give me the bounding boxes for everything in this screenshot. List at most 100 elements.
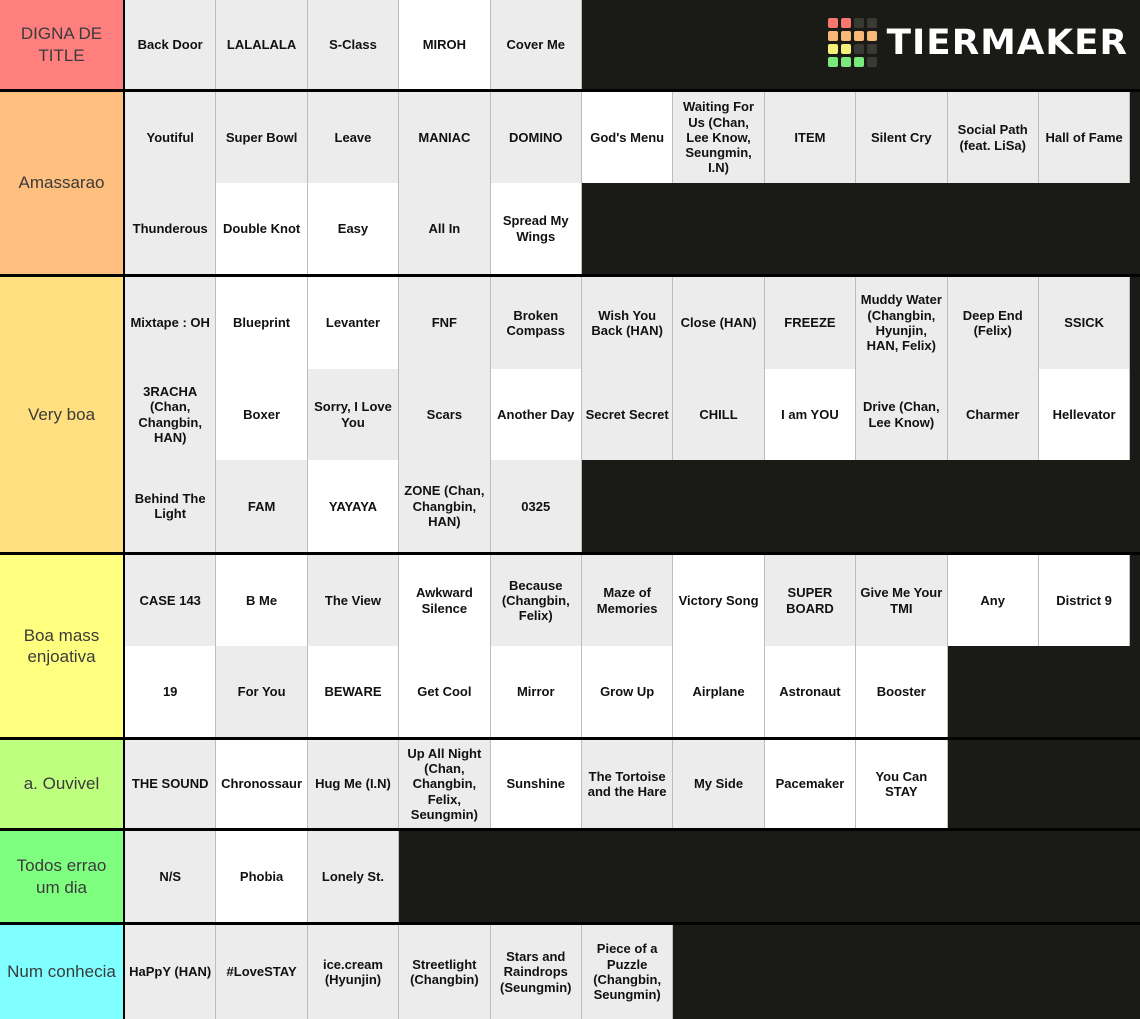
tier-item[interactable]: CHILL bbox=[673, 368, 765, 461]
tier-item[interactable]: Sunshine bbox=[490, 740, 582, 828]
tier-label[interactable]: DIGNA DE TITLE bbox=[0, 0, 125, 89]
tier-item[interactable]: Any bbox=[947, 555, 1039, 646]
tier-item[interactable]: You Can STAY bbox=[856, 740, 948, 828]
tier-item[interactable]: B Me bbox=[216, 555, 308, 646]
tier-item[interactable]: Youtiful bbox=[125, 92, 217, 183]
tier-item[interactable]: Sorry, I Love You bbox=[307, 368, 400, 461]
tier-item[interactable]: Broken Compass bbox=[490, 277, 582, 369]
tier-label[interactable]: Num conhecia bbox=[0, 925, 125, 1019]
tier-item[interactable]: Super Bowl bbox=[216, 92, 308, 183]
tier-item[interactable]: HaPpY (HAN) bbox=[125, 925, 217, 1019]
tier-item[interactable]: LALALALA bbox=[216, 0, 308, 89]
tier-item[interactable]: MANIAC bbox=[399, 92, 491, 183]
tier-item[interactable]: Piece of a Puzzle (Changbin, Seungmin) bbox=[581, 925, 674, 1019]
tier-item[interactable]: Blueprint bbox=[216, 277, 308, 369]
tier-item[interactable]: My Side bbox=[673, 740, 765, 828]
tier-item[interactable]: Grow Up bbox=[581, 646, 674, 737]
tier-item[interactable]: Hall of Fame bbox=[1038, 92, 1131, 183]
tier-item[interactable]: 0325 bbox=[490, 460, 582, 553]
tier-item[interactable]: Charmer bbox=[947, 368, 1039, 461]
tier-item[interactable]: Double Knot bbox=[216, 183, 308, 274]
tier-item[interactable]: The Tortoise and the Hare bbox=[581, 740, 674, 828]
tier-item[interactable]: 3RACHA (Chan, Changbin, HAN) bbox=[125, 368, 217, 461]
tier-item[interactable]: MIROH bbox=[399, 0, 491, 89]
tier-item[interactable]: Pacemaker bbox=[764, 740, 857, 828]
tier-item[interactable]: Hellevator bbox=[1038, 368, 1131, 461]
tier-item[interactable]: Up All Night (Chan, Changbin, Felix, Seu… bbox=[399, 740, 491, 828]
tier-item[interactable]: Hug Me (I.N) bbox=[307, 740, 400, 828]
tier-item[interactable]: God's Menu bbox=[581, 92, 674, 183]
tier-item[interactable]: DOMINO bbox=[490, 92, 582, 183]
tier-item[interactable]: Mixtape : OH bbox=[125, 277, 217, 369]
tier-item[interactable]: Deep End (Felix) bbox=[947, 277, 1039, 369]
tier-item[interactable]: Awkward Silence bbox=[399, 555, 491, 646]
tier-item[interactable]: FAM bbox=[216, 460, 308, 553]
tier-item[interactable]: Waiting For Us (Chan, Lee Know, Seungmin… bbox=[673, 92, 765, 183]
tier-item[interactable]: ZONE (Chan, Changbin, HAN) bbox=[399, 460, 491, 553]
tier-item[interactable]: ice.cream (Hyunjin) bbox=[307, 925, 400, 1019]
tier-item[interactable]: Chronossaur bbox=[216, 740, 308, 828]
tier-item[interactable]: Boxer bbox=[216, 368, 308, 461]
tier-item[interactable]: 19 bbox=[125, 646, 217, 737]
tier-item[interactable]: Lonely St. bbox=[307, 831, 400, 922]
tier-items-area[interactable]: Mixtape : OH Blueprint Levanter FNF Broken C… bbox=[125, 277, 1140, 553]
tier-item[interactable]: THE SOUND bbox=[125, 740, 217, 828]
tier-label[interactable]: a. Ouvivel bbox=[0, 740, 125, 828]
tier-item[interactable]: Easy bbox=[307, 183, 400, 274]
tier-item[interactable]: Astronaut bbox=[764, 646, 857, 737]
tier-item[interactable]: Cover Me bbox=[490, 0, 582, 89]
tier-item[interactable]: Booster bbox=[856, 646, 948, 737]
tier-item[interactable]: Streetlight (Changbin) bbox=[399, 925, 491, 1019]
tier-item[interactable]: I am YOU bbox=[764, 368, 857, 461]
tier-items-area[interactable]: Youtiful Super Bowl Leave MANIAC DOMINO God's… bbox=[125, 92, 1140, 274]
tier-item[interactable]: Airplane bbox=[673, 646, 765, 737]
tier-item[interactable]: Close (HAN) bbox=[673, 277, 765, 369]
tier-item[interactable]: For You bbox=[216, 646, 308, 737]
tier-item[interactable]: Because (Changbin, Felix) bbox=[490, 555, 582, 646]
tier-item[interactable]: BEWARE bbox=[307, 646, 400, 737]
tier-item[interactable]: All In bbox=[399, 183, 491, 274]
tier-item[interactable]: SSICK bbox=[1038, 277, 1131, 369]
tier-label[interactable]: Amassarao bbox=[0, 92, 125, 274]
tier-item[interactable]: Muddy Water (Changbin, Hyunjin, HAN, Fel… bbox=[856, 277, 948, 369]
tier-items-area[interactable]: THE SOUND Chronossaur Hug Me (I.N) Up All N… bbox=[125, 740, 1140, 828]
tier-item[interactable]: Drive (Chan, Lee Know) bbox=[856, 368, 948, 461]
tier-item[interactable]: FNF bbox=[399, 277, 491, 369]
tier-item[interactable]: Social Path (feat. LiSa) bbox=[947, 92, 1039, 183]
tier-item[interactable]: Wish You Back (HAN) bbox=[581, 277, 674, 369]
tier-item[interactable]: YAYAYA bbox=[307, 460, 400, 553]
tier-item[interactable]: S-Class bbox=[307, 0, 400, 89]
tier-item[interactable]: Spread My Wings bbox=[490, 183, 582, 274]
tier-label[interactable]: Todos errao um dia bbox=[0, 831, 125, 922]
tier-item[interactable]: Behind The Light bbox=[125, 460, 217, 553]
tier-item[interactable]: Maze of Memories bbox=[581, 555, 674, 646]
tier-item[interactable]: Stars and Raindrops (Seungmin) bbox=[490, 925, 582, 1019]
tier-item[interactable]: Phobia bbox=[216, 831, 308, 922]
tier-item[interactable]: District 9 bbox=[1038, 555, 1131, 646]
tier-items-area[interactable]: N/S Phobia Lonely St. bbox=[125, 831, 1140, 922]
tier-item[interactable]: Get Cool bbox=[399, 646, 491, 737]
tier-item[interactable]: N/S bbox=[125, 831, 217, 922]
tier-items-area[interactable]: Back Door LALALALA S-Class MIROH Cover Me bbox=[125, 0, 1140, 89]
tier-items-area[interactable]: CASE 143 B Me The View Awkward Silence Becau… bbox=[125, 555, 1140, 737]
tier-item[interactable]: Leave bbox=[307, 92, 400, 183]
tier-items-area[interactable]: HaPpY (HAN) #LoveSTAY ice.cream (Hyunjin) S… bbox=[125, 925, 1140, 1019]
tier-item[interactable]: Silent Cry bbox=[856, 92, 948, 183]
tier-item[interactable]: The View bbox=[307, 555, 400, 646]
tier-item[interactable]: Give Me Your TMI bbox=[856, 555, 948, 646]
tier-label[interactable]: Very boa bbox=[0, 277, 125, 552]
tier-item[interactable]: CASE 143 bbox=[125, 555, 217, 646]
tier-item[interactable]: Secret Secret bbox=[581, 368, 674, 461]
tier-item[interactable]: Victory Song bbox=[673, 555, 765, 646]
tier-item[interactable]: Levanter bbox=[307, 277, 400, 369]
tier-label[interactable]: Boa mass enjoativa bbox=[0, 555, 125, 737]
tier-item[interactable]: ITEM bbox=[764, 92, 857, 183]
tier-item[interactable]: Thunderous bbox=[125, 183, 217, 274]
tier-item[interactable]: Another Day bbox=[490, 368, 582, 461]
tier-item[interactable]: Scars bbox=[399, 368, 491, 461]
tier-item[interactable]: SUPER BOARD bbox=[764, 555, 857, 646]
tier-item[interactable]: #LoveSTAY bbox=[216, 925, 308, 1019]
tier-item[interactable]: Back Door bbox=[125, 0, 217, 89]
tier-item[interactable]: Mirror bbox=[490, 646, 582, 737]
tier-item[interactable]: FREEZE bbox=[764, 277, 857, 369]
